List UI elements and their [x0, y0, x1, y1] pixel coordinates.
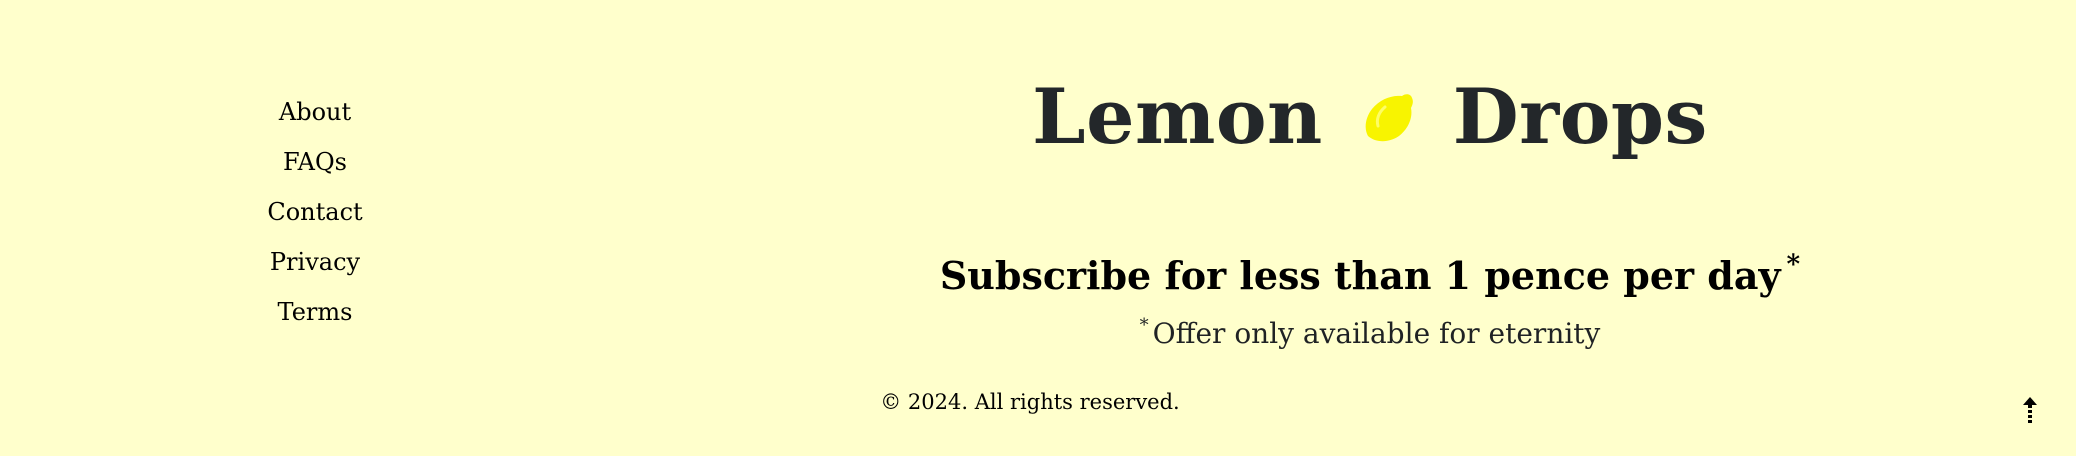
brand-section: Lemon Drops Subscribe for less than 1 pe…	[880, 66, 1860, 353]
subscribe-text: Subscribe for less than 1 pence per day	[939, 253, 1781, 298]
offer-note: * Offer only available for eternity	[880, 307, 1860, 353]
copyright-text: © 2024. All rights reserved.	[880, 390, 1180, 414]
brand-title: Lemon Drops	[880, 66, 1860, 168]
brand-word-drops: Drops	[1452, 72, 1708, 161]
subscribe-headline: Subscribe for less than 1 pence per day *	[880, 242, 1860, 299]
arrow-up-icon[interactable]	[2020, 396, 2040, 426]
subscribe-asterisk: *	[1786, 250, 1801, 280]
nav-link-privacy[interactable]: Privacy	[270, 246, 360, 278]
offer-text: Offer only available for eternity	[1152, 317, 1601, 350]
footer-nav: About FAQs Contact Privacy Terms	[200, 96, 430, 346]
offer-asterisk: *	[1139, 315, 1149, 336]
nav-link-contact[interactable]: Contact	[267, 196, 362, 228]
nav-link-about[interactable]: About	[279, 96, 351, 128]
nav-link-faqs[interactable]: FAQs	[283, 146, 347, 178]
lemon-icon	[1365, 94, 1413, 142]
brand-word-lemon: Lemon	[1032, 72, 1323, 161]
nav-link-terms[interactable]: Terms	[278, 296, 353, 328]
